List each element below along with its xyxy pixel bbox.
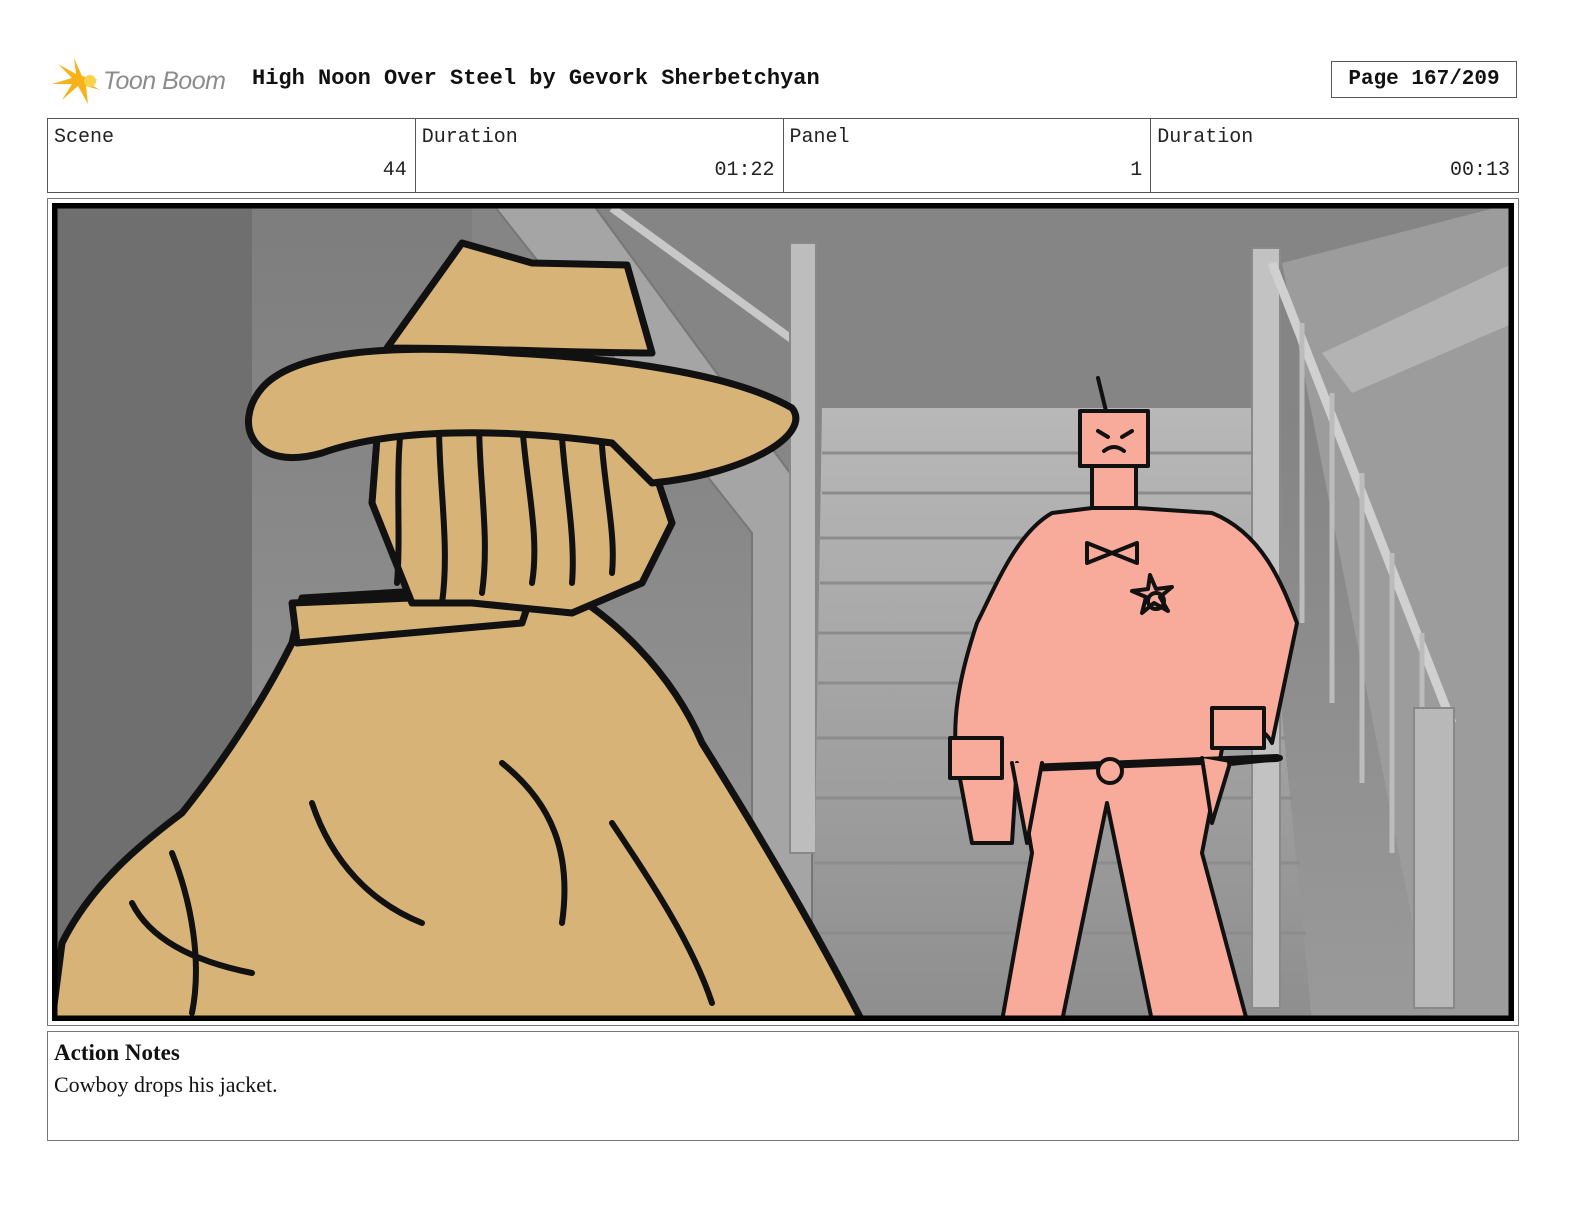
starburst-icon bbox=[52, 58, 100, 104]
panel-duration-cell: Duration 00:13 bbox=[1151, 119, 1518, 192]
panel-value: 1 bbox=[1130, 159, 1143, 182]
scene-cell: Scene 44 bbox=[48, 119, 416, 192]
page-number: Page 167/209 bbox=[1331, 61, 1517, 98]
storyboard-panel-image bbox=[52, 203, 1514, 1021]
toon-boom-logo: Toon Boom bbox=[52, 56, 238, 106]
info-table: Scene 44 Duration 01:22 Panel 1 Duration… bbox=[47, 118, 1519, 193]
logo-text: Toon Boom bbox=[103, 67, 226, 95]
scene-label: Scene bbox=[54, 126, 115, 149]
scene-duration-value: 01:22 bbox=[714, 159, 775, 182]
action-notes-title: Action Notes bbox=[54, 1040, 180, 1065]
left-newel-post bbox=[789, 242, 817, 854]
panel-duration-value: 00:13 bbox=[1449, 159, 1510, 182]
panel-duration-label: Duration bbox=[1157, 126, 1254, 149]
scene-value: 44 bbox=[382, 159, 407, 182]
scene-duration-label: Duration bbox=[421, 126, 518, 149]
action-notes-text: Cowboy drops his jacket. bbox=[54, 1072, 278, 1097]
document-title: High Noon Over Steel by Gevork Sherbetch… bbox=[252, 66, 820, 91]
action-notes-box: Action Notes Cowboy drops his jacket. bbox=[47, 1031, 1519, 1141]
scene-duration-cell: Duration 01:22 bbox=[416, 119, 784, 192]
panel-cell: Panel 1 bbox=[784, 119, 1152, 192]
panel-illustration bbox=[52, 203, 1514, 1021]
panel-label: Panel bbox=[789, 126, 850, 149]
